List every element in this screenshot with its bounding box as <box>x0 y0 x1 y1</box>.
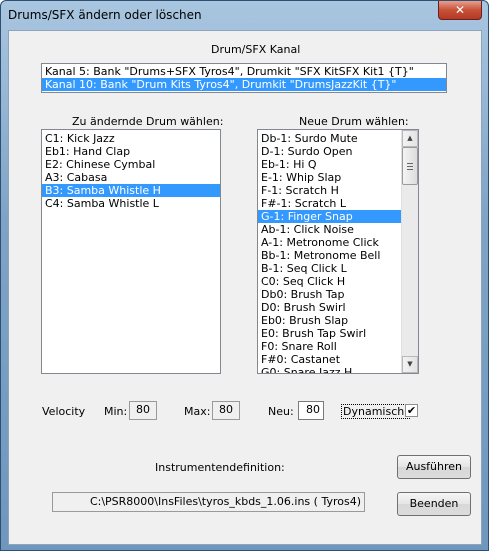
new-drum-item[interactable]: F-1: Scratch H <box>258 184 418 197</box>
change-drum-label: Zu ändernde Drum wählen: <box>72 115 224 128</box>
velocity-min-value: 80 <box>129 401 157 420</box>
window-title: Drums/SFX ändern oder löschen <box>8 8 202 22</box>
new-drum-item[interactable]: Eb0: Brush Slap <box>258 314 418 327</box>
velocity-min-label: Min: <box>104 405 128 418</box>
new-drum-item[interactable]: D0: Brush Swirl <box>258 301 418 314</box>
dialog-window: Drums/SFX ändern oder löschen ✕ Drum/SFX… <box>0 0 489 551</box>
kanal-item-1[interactable]: Kanal 10: Bank "Drum Kits Tyros4", Drumk… <box>42 78 446 91</box>
exit-button[interactable]: Beenden <box>397 492 471 516</box>
new-drum-item[interactable]: Eb-1: Hi Q <box>258 158 418 171</box>
change-drum-item[interactable]: C1: Kick Jazz <box>42 132 220 145</box>
velocity-label: Velocity <box>42 405 86 418</box>
new-drum-item[interactable]: A-1: Metronome Click <box>258 236 418 249</box>
change-drum-item[interactable]: B3: Samba Whistle H <box>42 184 220 197</box>
instrument-label: Instrumentendefinition: <box>155 461 285 474</box>
new-drum-item[interactable]: G0: Snare Jazz H <box>258 366 418 373</box>
new-drum-item[interactable]: F#-1: Scratch L <box>258 197 418 210</box>
change-drum-listbox[interactable]: C1: Kick Jazz Eb1: Hand Clap E2: Chinese… <box>41 129 221 374</box>
scroll-down-icon[interactable]: ▼ <box>402 356 418 373</box>
change-drum-item[interactable]: C4: Samba Whistle L <box>42 197 220 210</box>
new-drum-scrollbar[interactable]: ▲ ▼ <box>401 130 418 373</box>
velocity-neu-input[interactable]: 80 <box>298 401 324 420</box>
new-drum-item[interactable]: G-1: Finger Snap <box>258 210 418 223</box>
velocity-neu-label: Neu: <box>268 405 294 418</box>
new-drum-item[interactable]: F#0: Castanet <box>258 353 418 366</box>
velocity-max-label: Max: <box>184 405 211 418</box>
scroll-up-icon[interactable]: ▲ <box>402 130 418 147</box>
new-drum-item[interactable]: C0: Seq Click H <box>258 275 418 288</box>
new-drum-item[interactable]: Bb-1: Metronome Bell <box>258 249 418 262</box>
change-drum-item[interactable]: A3: Cabasa <box>42 171 220 184</box>
new-drum-item[interactable]: E-1: Whip Slap <box>258 171 418 184</box>
scroll-thumb[interactable] <box>402 147 418 185</box>
kanal-label: Drum/SFX Kanal <box>211 43 301 56</box>
dialog-client-area: Drum/SFX Kanal Kanal 5: Bank "Drums+SFX … <box>8 30 482 545</box>
close-button[interactable]: ✕ <box>438 1 482 20</box>
new-drum-item[interactable]: D-1: Surdo Open <box>258 145 418 158</box>
velocity-max-value: 80 <box>212 401 240 420</box>
instrument-path-field: C:\PSR8000\InsFiles\tyros_kbds_1.06.ins … <box>52 492 365 512</box>
new-drum-listbox[interactable]: Db-1: Surdo Mute D-1: Surdo Open Eb-1: H… <box>257 129 419 374</box>
new-drum-item[interactable]: B-1: Seq Click L <box>258 262 418 275</box>
new-drum-label: Neue Drum wählen: <box>299 115 409 128</box>
kanal-item-0[interactable]: Kanal 5: Bank "Drums+SFX Tyros4", Drumki… <box>42 65 446 78</box>
dynamisch-checkbox[interactable]: ✔ <box>405 404 418 417</box>
dynamisch-label[interactable]: Dynamisch: <box>341 404 410 419</box>
change-drum-item[interactable]: Eb1: Hand Clap <box>42 145 220 158</box>
change-drum-item[interactable]: E2: Chinese Cymbal <box>42 158 220 171</box>
execute-button[interactable]: Ausführen <box>397 455 471 479</box>
new-drum-item[interactable]: F0: Snare Roll <box>258 340 418 353</box>
new-drum-item[interactable]: Db0: Brush Tap <box>258 288 418 301</box>
new-drum-item[interactable]: E0: Brush Tap Swirl <box>258 327 418 340</box>
kanal-listbox[interactable]: Kanal 5: Bank "Drums+SFX Tyros4", Drumki… <box>41 63 447 93</box>
new-drum-item[interactable]: Db-1: Surdo Mute <box>258 132 418 145</box>
title-bar[interactable]: Drums/SFX ändern oder löschen ✕ <box>1 1 488 29</box>
new-drum-item[interactable]: Ab-1: Click Noise <box>258 223 418 236</box>
